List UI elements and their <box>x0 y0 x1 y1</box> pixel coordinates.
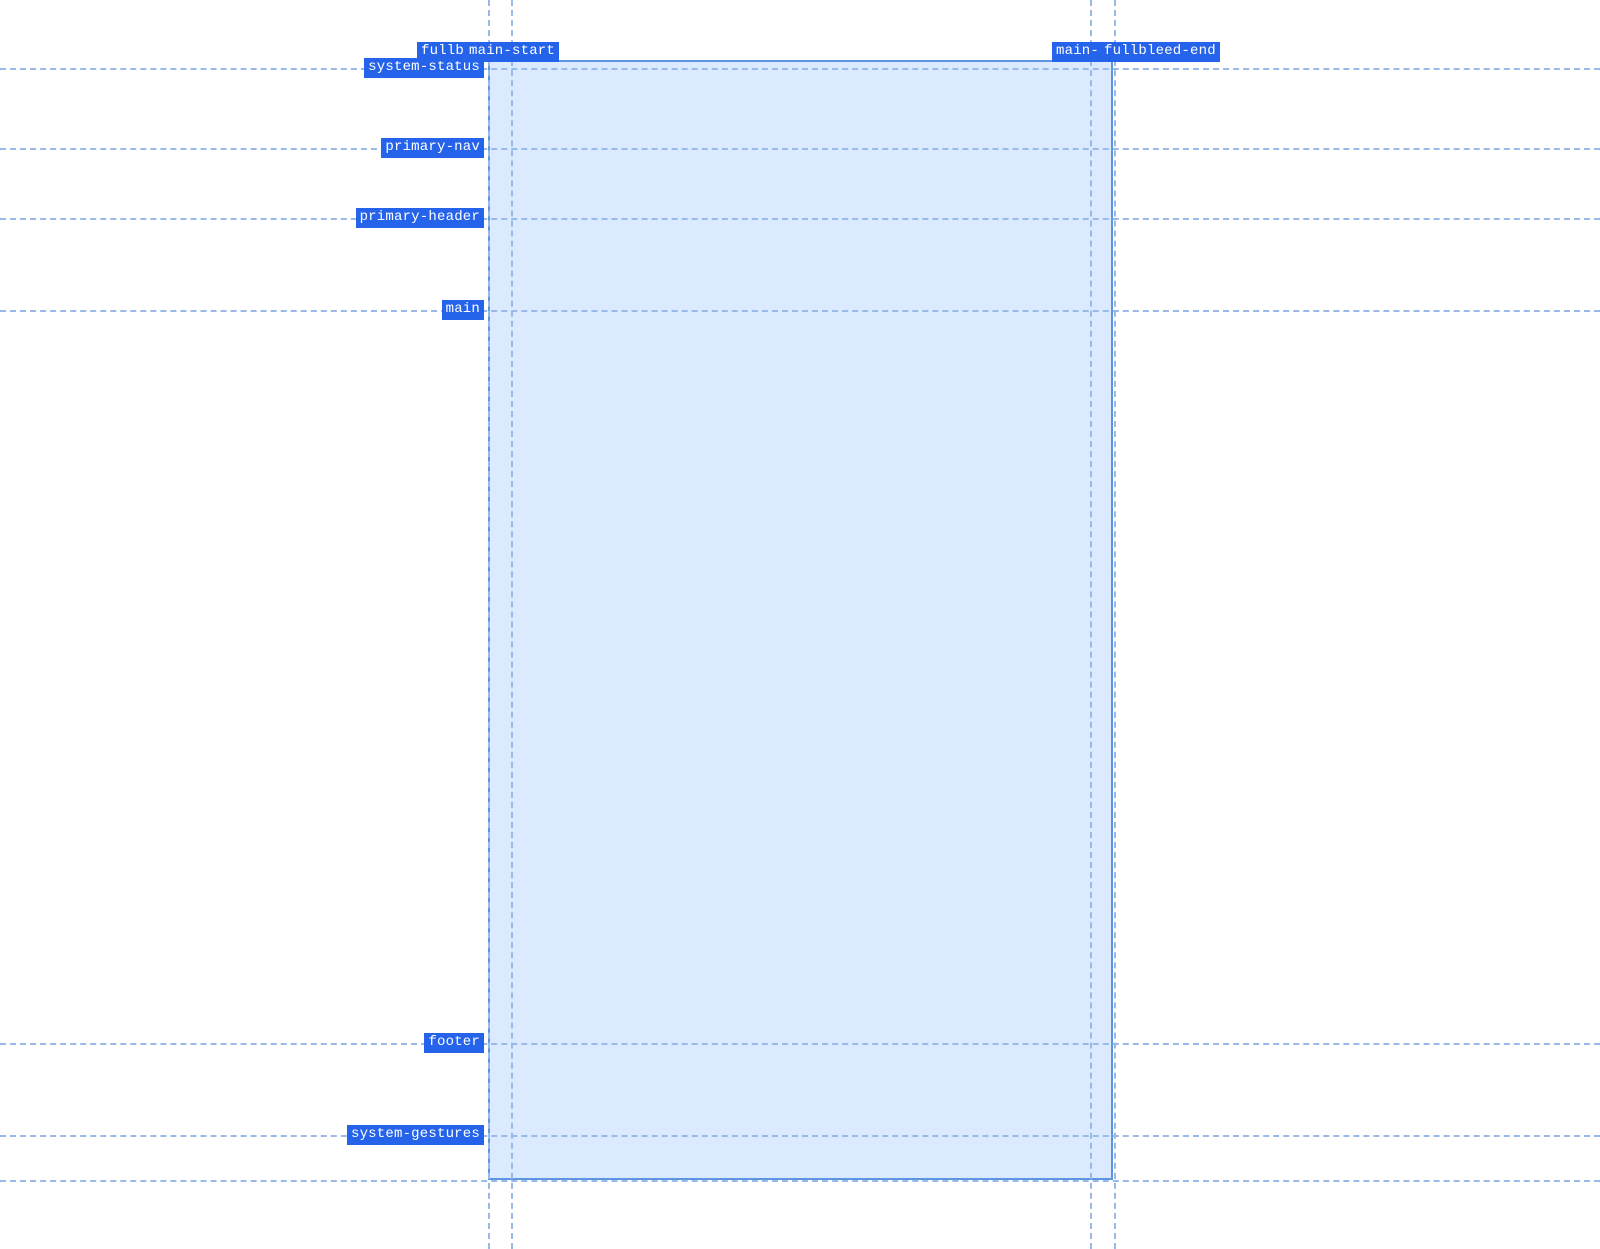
col-guide-main-start <box>511 0 513 1249</box>
label-main: main <box>442 300 484 320</box>
label-system-status: system-status <box>364 58 484 78</box>
row-guide-primary-nav <box>0 148 1600 150</box>
row-guide-system-gestures <box>0 1135 1600 1137</box>
row-guide-primary-header <box>0 218 1600 220</box>
label-system-gestures: system-gestures <box>347 1125 484 1145</box>
col-guide-main-end <box>1090 0 1092 1249</box>
grid-diagram: fullbleed-start main-start main-end full… <box>0 0 1600 1249</box>
label-primary-header: primary-header <box>356 208 484 228</box>
row-guide-bottom <box>0 1180 1600 1182</box>
label-fullbleed-end: fullbleed-end <box>1100 42 1220 62</box>
col-guide-fullbleed-start <box>488 0 490 1249</box>
device-frame <box>488 60 1113 1180</box>
label-primary-nav: primary-nav <box>381 138 484 158</box>
row-guide-main <box>0 310 1600 312</box>
row-guide-footer <box>0 1043 1600 1045</box>
label-footer: footer <box>424 1033 484 1053</box>
row-guide-system-status <box>0 68 1600 70</box>
col-guide-fullbleed-end <box>1114 0 1116 1249</box>
